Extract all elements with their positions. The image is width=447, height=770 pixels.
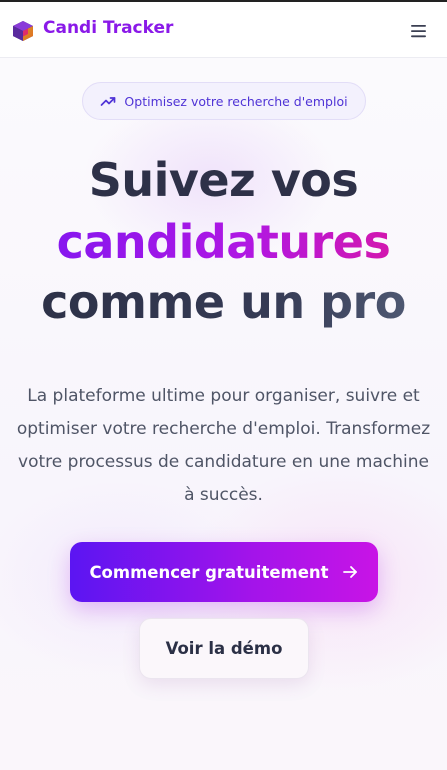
- hero-section: Optimisez votre recherche d'emploi Suive…: [0, 58, 447, 770]
- hero-title-highlight: candidatures: [0, 212, 447, 272]
- arrow-right-icon: [341, 563, 359, 581]
- view-demo-button[interactable]: Voir la démo: [139, 618, 309, 679]
- badge-text: Optimisez votre recherche d'emploi: [124, 93, 348, 109]
- start-free-button[interactable]: Commencer gratuitement: [70, 542, 378, 602]
- hero-description: La plateforme ultime pour organiser, sui…: [16, 386, 431, 505]
- app-header: Candi Tracker: [0, 2, 447, 58]
- hero-title-line-1: Suivez vos: [88, 153, 359, 207]
- brand-name[interactable]: Candi Tracker: [43, 18, 173, 38]
- feature-badge: Optimisez votre recherche d'emploi: [82, 82, 366, 120]
- hamburger-menu-icon[interactable]: [409, 21, 429, 41]
- hero-title-line-3: comme un pro: [0, 272, 447, 332]
- view-demo-label: Voir la démo: [165, 639, 283, 658]
- candi-logo-icon[interactable]: [12, 20, 34, 42]
- trending-up-icon: [100, 93, 116, 109]
- start-free-label: Commencer gratuitement: [89, 562, 329, 582]
